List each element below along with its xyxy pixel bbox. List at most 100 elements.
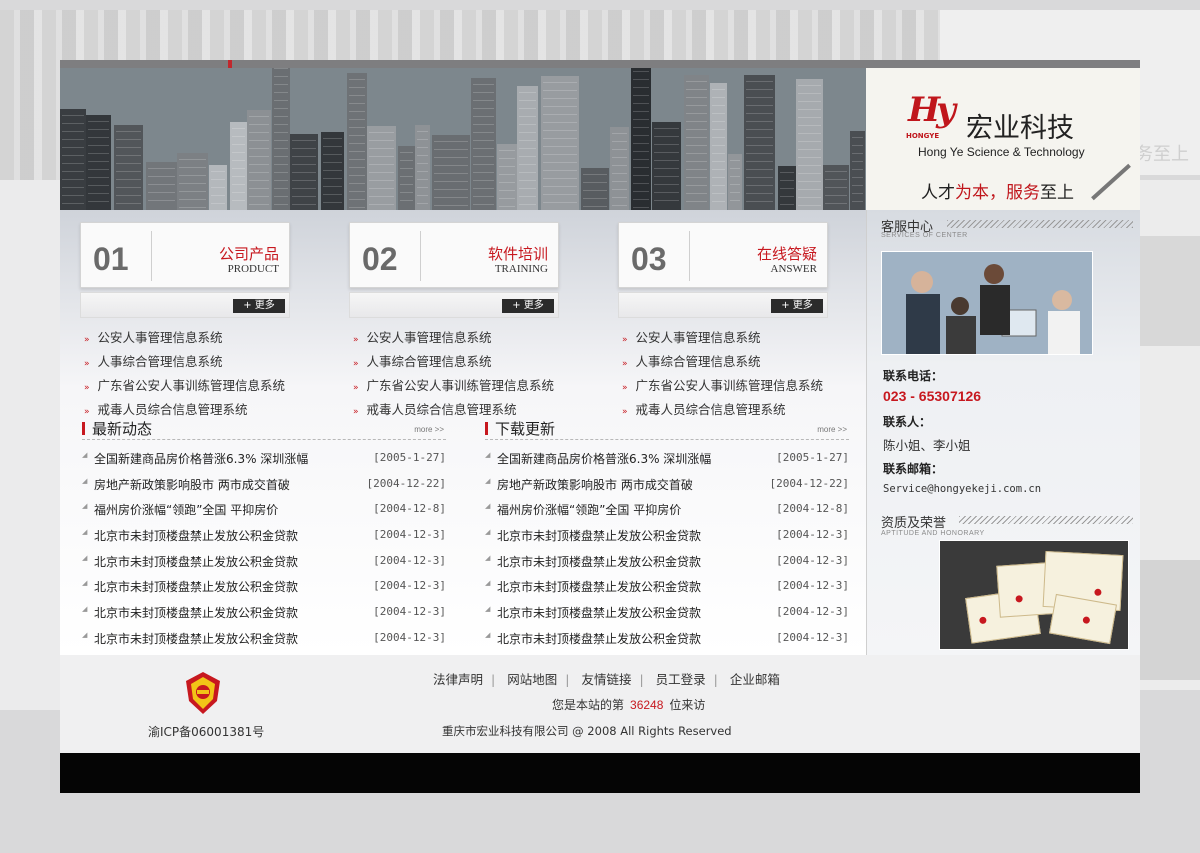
building-window-row — [686, 201, 707, 202]
news-row[interactable]: ◢ 北京市未封顶楼盘禁止发放公积金贷款 [2004-12-3] — [485, 574, 849, 600]
news-row[interactable]: ◢ 福州房价涨幅“领跑”全国 平抑房价 [2004-12-8] — [82, 497, 446, 523]
news-more-link[interactable]: more >> — [817, 425, 847, 434]
building-window-row — [434, 173, 468, 174]
building-window-row — [519, 140, 536, 141]
building-window-row — [232, 136, 245, 137]
news-row-date: [2004-12-22] — [769, 476, 849, 490]
city-building — [497, 144, 517, 210]
news-row[interactable]: ◢ 北京市未封顶楼盘禁止发放公积金贷款 [2004-12-3] — [82, 600, 446, 626]
bullet-icon: ◢ — [82, 502, 88, 511]
building-window-row — [654, 160, 679, 161]
building-window-row — [148, 184, 175, 185]
icp-number[interactable]: 渝ICP备06001381号 — [148, 723, 264, 740]
chevron-right-icon: » — [84, 359, 90, 369]
category-strip: + 更多 — [618, 292, 828, 318]
footer-link-sitemap[interactable]: 网站地图 — [507, 672, 557, 687]
list-item[interactable]: » 人事综合管理信息系统 — [622, 351, 823, 375]
footer-link-staff-login[interactable]: 员工登录 — [656, 672, 706, 687]
building-window-row — [612, 141, 627, 142]
building-window-row — [612, 165, 627, 166]
building-window-row — [583, 198, 607, 199]
building-window-row — [232, 160, 245, 161]
news-row-date: [2005-1-27] — [373, 451, 446, 464]
list-item[interactable]: » 人事综合管理信息系统 — [353, 351, 554, 375]
news-row[interactable]: ◢ 全国新建商品房价格普涨6.3% 深圳涨幅 [2005-1-27] — [485, 446, 849, 472]
building-window-row — [730, 160, 740, 161]
email-link[interactable]: Service@hongyekeji.com.cn — [883, 483, 1041, 495]
news-row[interactable]: ◢ 北京市未封顶楼盘禁止发放公积金贷款 [2004-12-3] — [82, 574, 446, 600]
building-window-row — [417, 171, 428, 172]
news-more-link[interactable]: more >> — [414, 425, 444, 434]
building-window-row — [417, 155, 428, 156]
more-button[interactable]: + 更多 — [771, 299, 823, 313]
building-window-row — [323, 186, 342, 187]
list-item[interactable]: » 广东省公安人事训练管理信息系统 — [353, 375, 554, 399]
news-row[interactable]: ◢ 北京市未封顶楼盘禁止发放公积金贷款 [2004-12-3] — [485, 600, 849, 626]
news-row[interactable]: ◢ 房地产新政策影响股市 两市成交首破 [2004-12-22] — [82, 472, 446, 498]
bullet-icon: ◢ — [485, 630, 491, 639]
building-window-row — [249, 156, 269, 157]
team-photo-graphic — [882, 252, 1092, 354]
news-row[interactable]: ◢ 全国新建商品房价格普涨6.3% 深圳涨幅 [2005-1-27] — [82, 446, 446, 472]
list-item[interactable]: » 公安人事管理信息系统 — [84, 327, 285, 351]
footer-link-legal[interactable]: 法律声明 — [433, 672, 483, 687]
building-window-row — [712, 105, 725, 106]
building-window-row — [633, 175, 649, 176]
city-building — [471, 78, 496, 210]
news-row-date: [2004-12-22] — [366, 476, 446, 490]
category-card[interactable]: 01 公司产品 PRODUCT — [80, 222, 290, 288]
building-window-row — [499, 174, 515, 175]
list-item-label: 人事综合管理信息系统 — [366, 354, 492, 369]
news-row-date: [2004-12-3] — [373, 579, 446, 593]
building-window-row — [292, 140, 316, 141]
more-button[interactable]: + 更多 — [233, 299, 285, 313]
footer-link-mail[interactable]: 企业邮箱 — [730, 672, 780, 687]
building-window-row — [798, 165, 821, 166]
list-item[interactable]: » 广东省公安人事训练管理信息系统 — [622, 375, 823, 399]
news-row-title: 北京市未封顶楼盘禁止发放公积金贷款 — [94, 631, 299, 646]
bullet-icon: ◢ — [485, 528, 491, 537]
news-row[interactable]: ◢ 北京市未封顶楼盘禁止发放公积金贷款 [2004-12-3] — [82, 626, 446, 652]
news-row[interactable]: ◢ 北京市未封顶楼盘禁止发放公积金贷款 [2004-12-3] — [485, 549, 849, 575]
building-window-row — [712, 161, 725, 162]
list-item-label: 戒毒人员综合信息管理系统 — [635, 402, 786, 417]
building-window-row — [473, 100, 494, 101]
news-row[interactable]: ◢ 北京市未封顶楼盘禁止发放公积金贷款 [2004-12-3] — [82, 523, 446, 549]
certificate-seal — [1015, 595, 1023, 603]
bullet-icon: ◢ — [82, 553, 88, 562]
category-card[interactable]: 02 软件培训 TRAINING — [349, 222, 559, 288]
list-item[interactable]: » 人事综合管理信息系统 — [84, 351, 285, 375]
building-window-row — [499, 190, 515, 191]
news-row[interactable]: ◢ 北京市未封顶楼盘禁止发放公积金贷款 [2004-12-3] — [485, 626, 849, 652]
building-window-row — [473, 124, 494, 125]
building-window-row — [473, 204, 494, 205]
chevron-right-icon: » — [353, 335, 359, 345]
news-row[interactable]: ◢ 房地产新政策影响股市 两市成交首破 [2004-12-22] — [485, 472, 849, 498]
building-window-row — [349, 151, 365, 152]
list-item-label: 广东省公安人事训练管理信息系统 — [635, 378, 824, 393]
list-item[interactable]: » 公安人事管理信息系统 — [353, 327, 554, 351]
news-row[interactable]: ◢ 北京市未封顶楼盘禁止发放公积金贷款 [2004-12-3] — [82, 549, 446, 575]
building-window-row — [349, 199, 365, 200]
building-window-row — [654, 200, 679, 201]
building-window-row — [148, 200, 175, 201]
more-button[interactable]: + 更多 — [502, 299, 554, 313]
building-window-row — [798, 205, 821, 206]
building-window-row — [249, 140, 269, 141]
category-card[interactable]: 03 在线答疑 ANSWER — [618, 222, 828, 288]
building-window-row — [499, 150, 515, 151]
news-row[interactable]: ◢ 福州房价涨幅“领跑”全国 平抑房价 [2004-12-8] — [485, 497, 849, 523]
list-item[interactable]: » 公安人事管理信息系统 — [622, 327, 823, 351]
building-window-row — [612, 189, 627, 190]
building-window-row — [400, 168, 413, 169]
building-window-row — [417, 139, 428, 140]
category-strip: + 更多 — [349, 292, 559, 318]
news-row[interactable]: ◢ 北京市未封顶楼盘禁止发放公积金贷款 [2004-12-3] — [485, 523, 849, 549]
list-item[interactable]: » 广东省公安人事训练管理信息系统 — [84, 375, 285, 399]
building-window-row — [712, 153, 725, 154]
building-window-row — [417, 131, 428, 132]
building-window-row — [583, 206, 607, 207]
footer-link-friends[interactable]: 友情链接 — [581, 672, 631, 687]
building-window-row — [499, 206, 515, 207]
building-window-row — [543, 138, 577, 139]
